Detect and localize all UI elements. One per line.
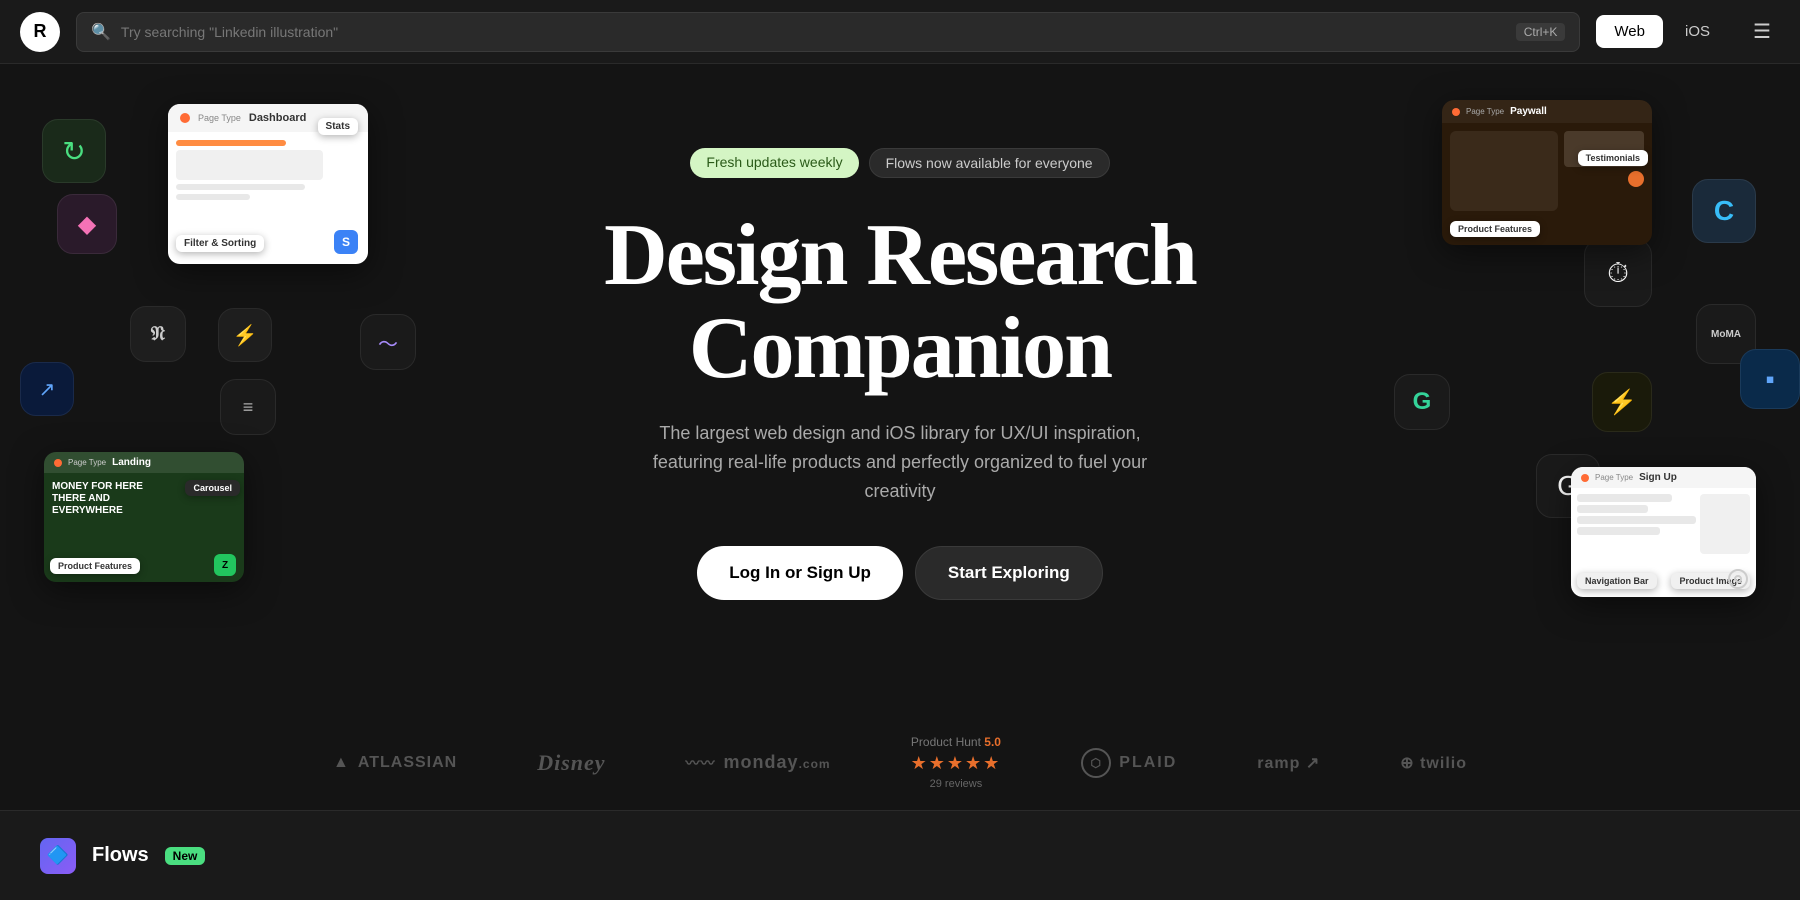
logo-button[interactable]: R [20, 12, 60, 52]
brand-ramp: ramp ↗ [1257, 753, 1320, 773]
login-signup-button[interactable]: Log In or Sign Up [697, 546, 903, 600]
nav-tabs: Web iOS [1596, 15, 1728, 48]
brand-monday: 〰〰 monday.com [686, 752, 831, 773]
atlassian-label: ATLASSIAN [358, 754, 457, 772]
badge-flows: Flows now available for everyone [869, 148, 1110, 178]
hero-buttons: Log In or Sign Up Start Exploring [697, 546, 1103, 600]
badge-row: Fresh updates weekly Flows now available… [690, 148, 1109, 178]
navbar: R 🔍 Try searching "Linkedin illustration… [0, 0, 1800, 64]
brands-bar: ▲ ATLASSIAN Disney 〰〰 monday.com Product… [0, 715, 1800, 810]
flows-label: Flows [92, 844, 149, 867]
start-exploring-button[interactable]: Start Exploring [915, 546, 1103, 600]
brand-product-hunt: Product Hunt 5.0 ★★★★★ 29 reviews [911, 735, 1002, 790]
search-icon: 🔍 [91, 22, 111, 42]
hero-title: Design Research Companion [604, 210, 1196, 395]
brand-disney: Disney [537, 750, 605, 776]
brand-twilio: ⊕ twilio [1400, 753, 1467, 773]
atlassian-icon: ▲ [333, 754, 350, 772]
badge-fresh-updates: Fresh updates weekly [690, 148, 858, 178]
logo-text: R [34, 21, 47, 42]
ph-reviews: 29 reviews [930, 778, 983, 790]
ph-stars: ★★★★★ [911, 753, 1002, 774]
flows-new-badge: New [165, 847, 206, 865]
hero-section: Fresh updates weekly Flows now available… [0, 64, 1800, 684]
tab-web[interactable]: Web [1596, 15, 1663, 48]
search-bar[interactable]: 🔍 Try searching "Linkedin illustration" … [76, 12, 1580, 52]
keyboard-shortcut: Ctrl+K [1516, 23, 1566, 41]
flows-icon: 🔷 [40, 838, 76, 874]
hero-title-line1: Design Research [604, 207, 1196, 304]
hero-subtitle: The largest web design and iOS library f… [640, 419, 1160, 505]
brand-plaid: ⬡ PLAID [1081, 748, 1177, 778]
search-placeholder: Try searching "Linkedin illustration" [121, 24, 338, 40]
hero-title-line2: Companion [689, 300, 1111, 397]
tab-ios[interactable]: iOS [1667, 15, 1728, 48]
flows-bar: 🔷 Flows New [0, 810, 1800, 900]
ph-score: 5.0 [984, 735, 1001, 749]
menu-button[interactable]: ☰ [1744, 14, 1780, 50]
brand-atlassian: ▲ ATLASSIAN [333, 754, 457, 772]
